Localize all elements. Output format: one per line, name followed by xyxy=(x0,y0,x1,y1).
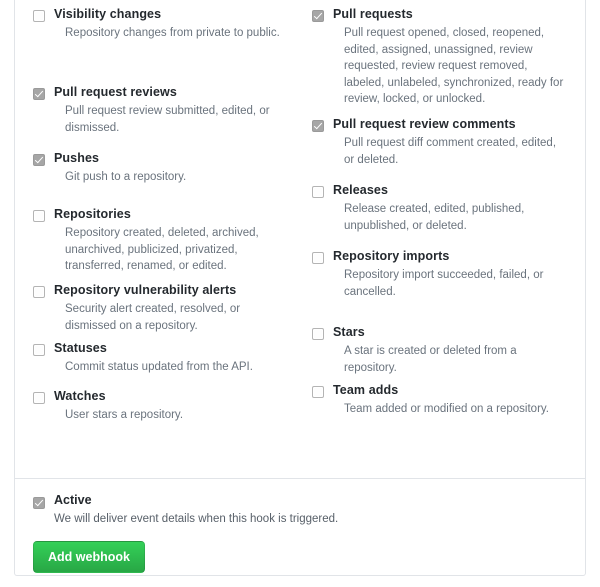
checkbox-releases[interactable] xyxy=(312,186,324,198)
checkbox-team-adds[interactable] xyxy=(312,386,324,398)
event-description-pushes: Git push to a repository. xyxy=(65,171,187,183)
event-row-pull-request-review-comments[interactable]: Pull request review comments Pull request… xyxy=(312,115,567,181)
events-checkbox-section: Visibility changes Repository changes fro… xyxy=(15,0,585,478)
event-title-pull-request-reviews: Pull request reviews xyxy=(54,85,177,99)
events-columns: Visibility changes Repository changes fro… xyxy=(33,5,567,433)
event-row-team-adds[interactable]: Team adds Team added or modified on a rep… xyxy=(312,381,567,429)
event-description-pull-request-reviews: Pull request review submitted, edited, o… xyxy=(65,105,270,134)
event-text-team-adds: Team adds Team added or modified on a rep… xyxy=(333,381,567,418)
event-title-repository-vulnerability-alerts: Repository vulnerability alerts xyxy=(54,283,237,297)
event-description-pull-requests: Pull request opened, closed, reopened, e… xyxy=(344,27,564,105)
event-row-pull-request-reviews[interactable]: Pull request reviews Pull request review … xyxy=(33,83,286,149)
event-row-repositories[interactable]: Repositories Repository created, deleted,… xyxy=(33,205,286,281)
event-row-statuses[interactable]: Statuses Commit status updated from the A… xyxy=(33,339,286,387)
event-row-releases[interactable]: Releases Release created, edited, publish… xyxy=(312,181,567,247)
add-webhook-button[interactable]: Add webhook xyxy=(33,541,145,573)
event-text-stars: Stars A star is created or deleted from a… xyxy=(333,323,567,376)
event-title-visibility-changes: Visibility changes xyxy=(54,7,162,21)
event-row-visibility-changes[interactable]: Visibility changes Repository changes fro… xyxy=(33,5,286,83)
active-label: Active xyxy=(54,493,92,507)
checkbox-pull-request-review-comments[interactable] xyxy=(312,120,324,132)
event-text-statuses: Statuses Commit status updated from the A… xyxy=(54,339,286,376)
checkbox-repositories[interactable] xyxy=(33,210,45,222)
event-title-repository-imports: Repository imports xyxy=(333,249,450,263)
event-title-pull-request-review-comments: Pull request review comments xyxy=(333,117,516,131)
checkbox-visibility-changes[interactable] xyxy=(33,10,45,22)
event-description-watches: User stars a repository. xyxy=(65,409,184,421)
event-text-pull-request-review-comments: Pull request review comments Pull request… xyxy=(333,115,567,168)
event-description-statuses: Commit status updated from the API. xyxy=(65,361,253,373)
event-description-repository-vulnerability-alerts: Security alert created, resolved, or dis… xyxy=(65,303,241,332)
checkbox-repository-imports[interactable] xyxy=(312,252,324,264)
event-title-releases: Releases xyxy=(333,183,389,197)
event-description-visibility-changes: Repository changes from private to publi… xyxy=(65,27,280,39)
event-description-team-adds: Team added or modified on a repository. xyxy=(344,403,549,415)
event-row-repository-imports[interactable]: Repository imports Repository import succ… xyxy=(312,247,567,323)
event-text-pushes: Pushes Git push to a repository. xyxy=(54,149,286,186)
event-description-releases: Release created, edited, published, unpu… xyxy=(344,203,525,232)
event-row-repository-vulnerability-alerts[interactable]: Repository vulnerability alerts Security … xyxy=(33,281,286,339)
checkbox-stars[interactable] xyxy=(312,328,324,340)
webhook-settings-page: Visibility changes Repository changes fro… xyxy=(0,0,600,587)
checkbox-pull-requests[interactable] xyxy=(312,10,324,22)
event-text-repository-imports: Repository imports Repository import succ… xyxy=(333,247,567,300)
event-row-pull-requests[interactable]: Pull requests Pull request opened, closed… xyxy=(312,5,567,115)
event-title-pull-requests: Pull requests xyxy=(333,7,413,21)
event-title-team-adds: Team adds xyxy=(333,383,399,397)
checkbox-statuses[interactable] xyxy=(33,344,45,356)
events-right-column: Pull requests Pull request opened, closed… xyxy=(300,5,567,433)
event-title-statuses: Statuses xyxy=(54,341,107,355)
event-text-watches: Watches User stars a repository. xyxy=(54,387,286,424)
event-text-releases: Releases Release created, edited, publish… xyxy=(333,181,567,234)
event-text-repository-vulnerability-alerts: Repository vulnerability alerts Security … xyxy=(54,281,286,334)
event-text-repositories: Repositories Repository created, deleted,… xyxy=(54,205,286,275)
checkbox-pushes[interactable] xyxy=(33,154,45,166)
active-section: Active We will deliver event details whe… xyxy=(15,479,585,573)
event-title-repositories: Repositories xyxy=(54,207,131,221)
checkbox-repository-vulnerability-alerts[interactable] xyxy=(33,286,45,298)
event-text-pull-request-reviews: Pull request reviews Pull request review … xyxy=(54,83,286,136)
checkbox-watches[interactable] xyxy=(33,392,45,404)
event-description-repositories: Repository created, deleted, archived, u… xyxy=(65,227,259,272)
active-checkbox-row[interactable]: Active xyxy=(33,492,567,509)
submit-row: Add webhook xyxy=(33,541,567,573)
event-row-watches[interactable]: Watches User stars a repository. xyxy=(33,387,286,433)
event-row-pushes[interactable]: Pushes Git push to a repository. xyxy=(33,149,286,205)
event-text-pull-requests: Pull requests Pull request opened, closed… xyxy=(333,5,567,108)
event-title-stars: Stars xyxy=(333,325,365,339)
event-title-watches: Watches xyxy=(54,389,106,403)
event-title-pushes: Pushes xyxy=(54,151,100,165)
event-description-stars: A star is created or deleted from a repo… xyxy=(344,345,517,374)
events-left-column: Visibility changes Repository changes fro… xyxy=(33,5,300,433)
event-row-stars[interactable]: Stars A star is created or deleted from a… xyxy=(312,323,567,381)
event-description-repository-imports: Repository import succeeded, failed, or … xyxy=(344,269,544,298)
webhook-form-card: Visibility changes Repository changes fro… xyxy=(14,0,586,576)
event-description-pull-request-review-comments: Pull request diff comment created, edite… xyxy=(344,137,557,166)
checkbox-pull-request-reviews[interactable] xyxy=(33,88,45,100)
active-checkbox[interactable] xyxy=(33,497,45,509)
active-description: We will deliver event details when this … xyxy=(54,513,339,525)
event-text-visibility-changes: Visibility changes Repository changes fro… xyxy=(54,5,286,42)
